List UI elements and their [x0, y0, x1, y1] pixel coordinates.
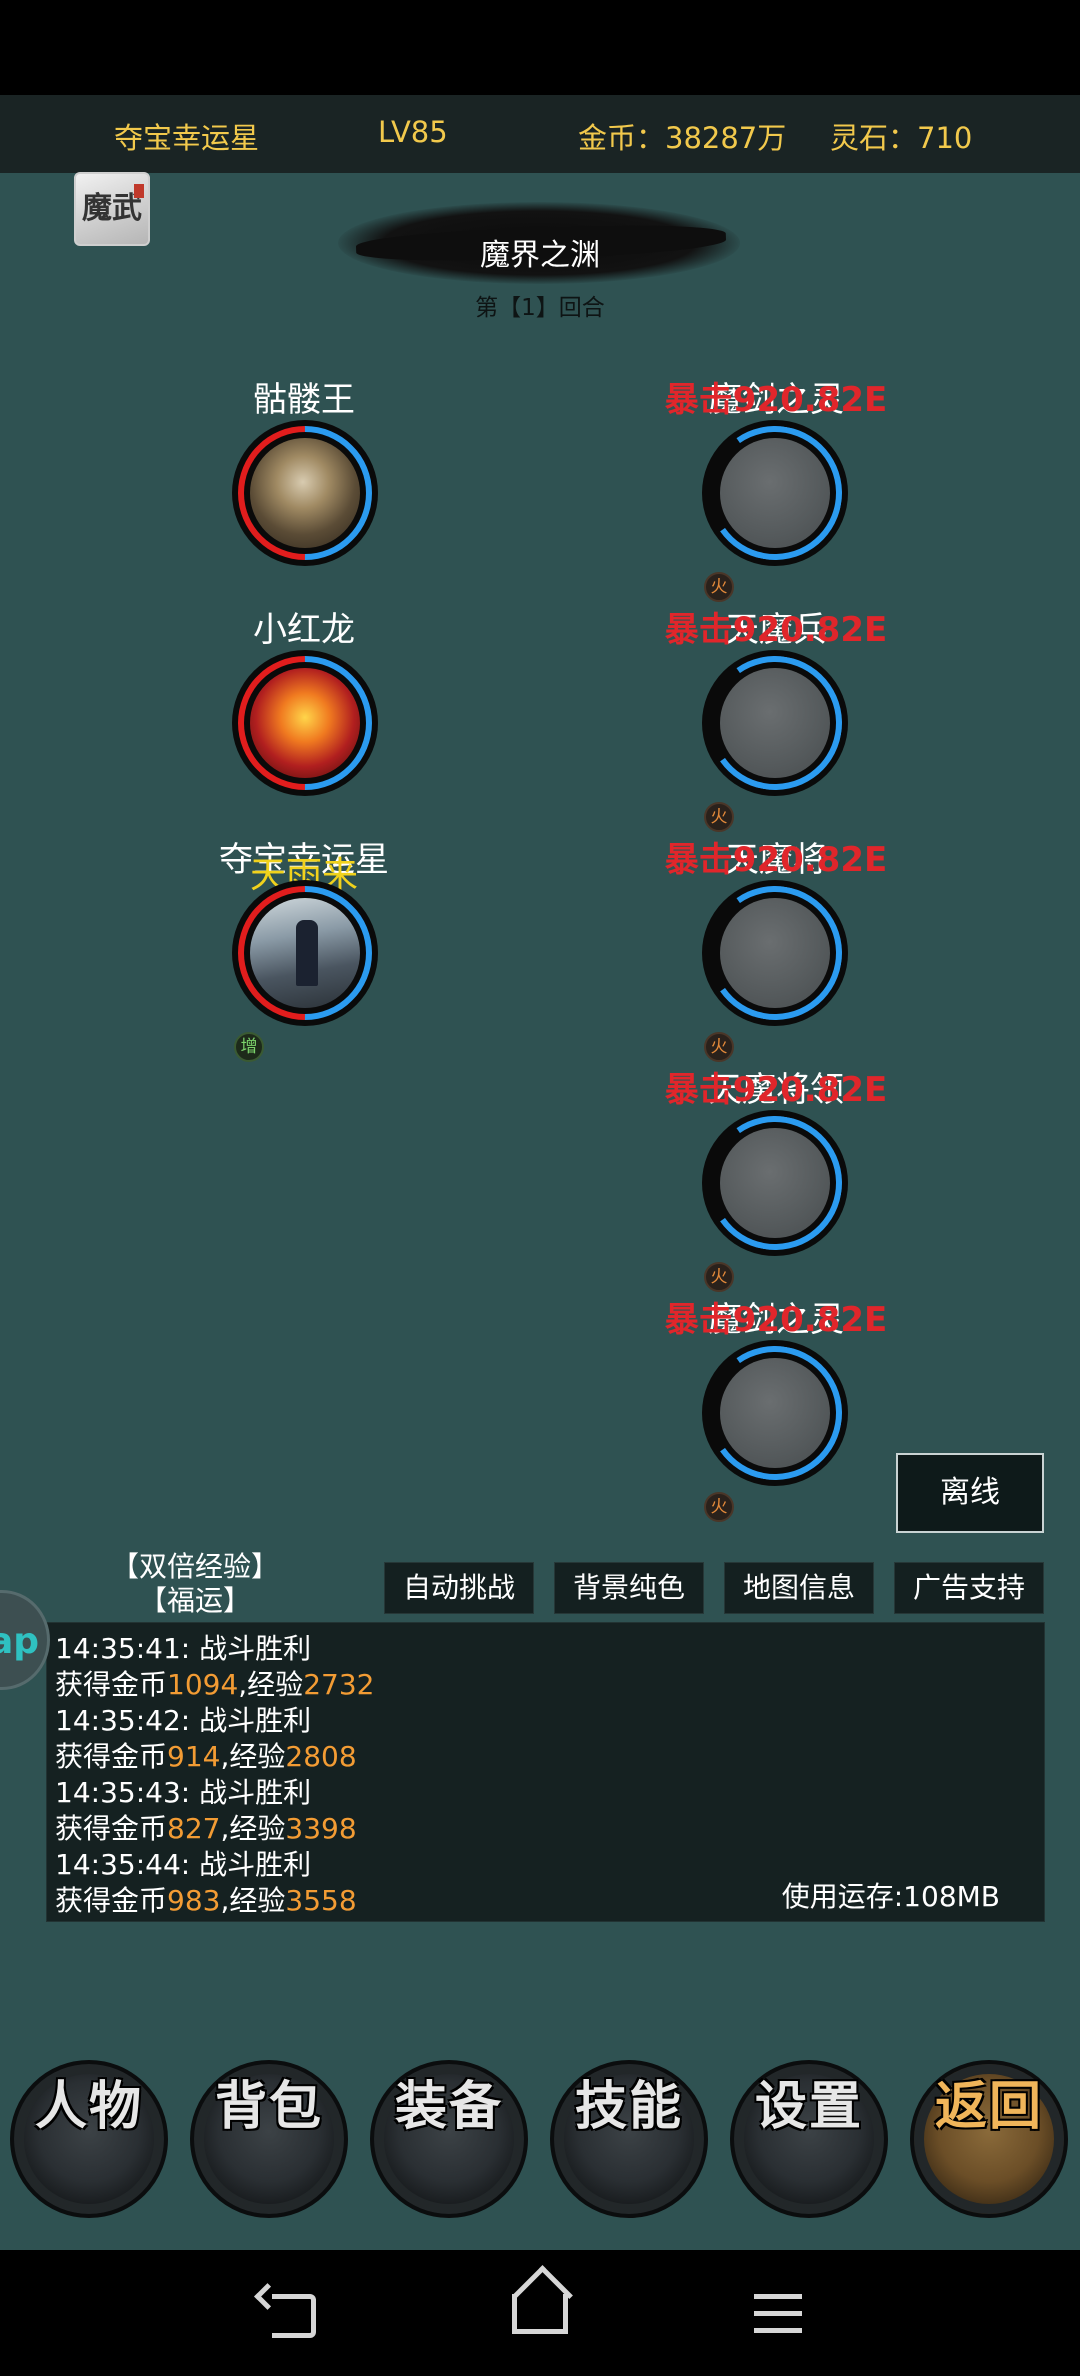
menu-label: 背包: [214, 2076, 323, 2137]
menu-settings-button[interactable]: 设置: [730, 2060, 888, 2218]
fire-element-icon: 火: [704, 1262, 734, 1292]
solid-background-button[interactable]: 背景纯色: [554, 1562, 704, 1614]
round-counter: 第【1】回合: [475, 295, 605, 321]
fire-element-icon: 火: [704, 1492, 734, 1522]
player-level: LV85: [378, 115, 448, 149]
damage-float-text: 暴击920.82E: [664, 380, 888, 420]
log-line: 获得金币827,经验3398: [55, 1812, 357, 1845]
battle-log[interactable]: 14:35:41: 战斗胜利 获得金币1094,经验2732 14:35:42:…: [46, 1622, 1045, 1922]
menu-icon[interactable]: [754, 2294, 802, 2334]
enemy-unit[interactable]: [697, 875, 853, 1031]
log-line: 14:35:43: 战斗胜利: [55, 1776, 312, 1809]
damage-float-text: 暴击920.82E: [664, 1300, 888, 1340]
system-navigation-bar: [0, 2250, 1080, 2376]
enemy-unit[interactable]: [697, 415, 853, 571]
damage-float-text: 暴击920.82E: [664, 840, 888, 880]
ally-name: 骷髅王: [253, 380, 355, 420]
map-emblem-icon[interactable]: 魔武: [74, 172, 150, 246]
mp-ring: [697, 415, 853, 571]
enemy-unit[interactable]: [697, 1105, 853, 1261]
fire-element-icon: 火: [704, 572, 734, 602]
menu-equipment-button[interactable]: 装备: [370, 2060, 528, 2218]
menu-label: 设置: [754, 2076, 863, 2137]
ad-support-button[interactable]: 广告支持: [894, 1562, 1044, 1614]
menu-character-button[interactable]: 人物: [10, 2060, 168, 2218]
auto-challenge-button[interactable]: 自动挑战: [384, 1562, 534, 1614]
back-icon[interactable]: [272, 2294, 316, 2338]
mp-ring: [210, 628, 400, 818]
mp-ring: [210, 398, 400, 588]
home-icon[interactable]: [512, 2294, 568, 2334]
gold-counter: 金币：38287万: [578, 121, 787, 155]
damage-float-text: 暴击920.82E: [664, 1070, 888, 1110]
menu-return-button[interactable]: 返回: [910, 2060, 1068, 2218]
fire-element-icon: 火: [704, 802, 734, 832]
perk-double-exp: 【双倍经验】: [110, 1550, 279, 1583]
map-info-button[interactable]: 地图信息: [724, 1562, 874, 1614]
mp-ring: [697, 645, 853, 801]
ally-unit-player-hero[interactable]: [210, 858, 400, 1048]
menu-label: 返回: [934, 2076, 1043, 2137]
menu-label: 技能: [574, 2076, 683, 2137]
enemy-unit[interactable]: [697, 645, 853, 801]
mp-ring: [697, 1105, 853, 1261]
ally-unit-little-red-dragon[interactable]: [210, 628, 400, 818]
active-perks: 【双倍经验】 【福运】: [100, 1550, 290, 1618]
menu-backpack-button[interactable]: 背包: [190, 2060, 348, 2218]
ally-unit-skeleton-king[interactable]: [210, 398, 400, 588]
log-line: 14:35:44: 战斗胜利: [55, 1848, 312, 1881]
seal-icon: [134, 184, 144, 198]
memory-usage: 使用运存:108MB: [781, 1880, 1000, 1913]
spirit-stone-counter: 灵石：710: [830, 121, 973, 155]
map-emblem-text: 魔武: [82, 191, 142, 226]
side-float-tab[interactable]: ap: [0, 1590, 50, 1690]
ally-name: 小红龙: [253, 610, 355, 650]
status-bar: [0, 0, 1080, 95]
damage-float-text: 暴击920.82E: [664, 610, 888, 650]
menu-label: 装备: [394, 2076, 503, 2137]
perk-fortune: 【福运】: [138, 1584, 251, 1617]
player-info-bar: 夺宝幸运星 LV85 金币：38287万 灵石：710: [0, 95, 1080, 173]
side-tab-label: ap: [0, 1621, 39, 1662]
log-line: 获得金币914,经验2808: [55, 1740, 357, 1773]
fire-element-icon: 火: [704, 1032, 734, 1062]
offline-button[interactable]: 离线: [896, 1453, 1044, 1533]
stage-title: 魔界之渊: [480, 238, 600, 273]
menu-label: 人物: [34, 2076, 143, 2137]
mp-ring: [697, 1335, 853, 1491]
log-line: 14:35:42: 战斗胜利: [55, 1704, 312, 1737]
mp-ring: [697, 875, 853, 1031]
enemy-unit[interactable]: [697, 1335, 853, 1491]
log-line: 获得金币1094,经验2732: [55, 1668, 375, 1701]
buff-badge-icon: 增: [234, 1032, 264, 1062]
player-name: 夺宝幸运星: [114, 121, 260, 155]
menu-skills-button[interactable]: 技能: [550, 2060, 708, 2218]
log-line: 获得金币983,经验3558: [55, 1884, 357, 1917]
log-line: 14:35:41: 战斗胜利: [55, 1632, 312, 1665]
